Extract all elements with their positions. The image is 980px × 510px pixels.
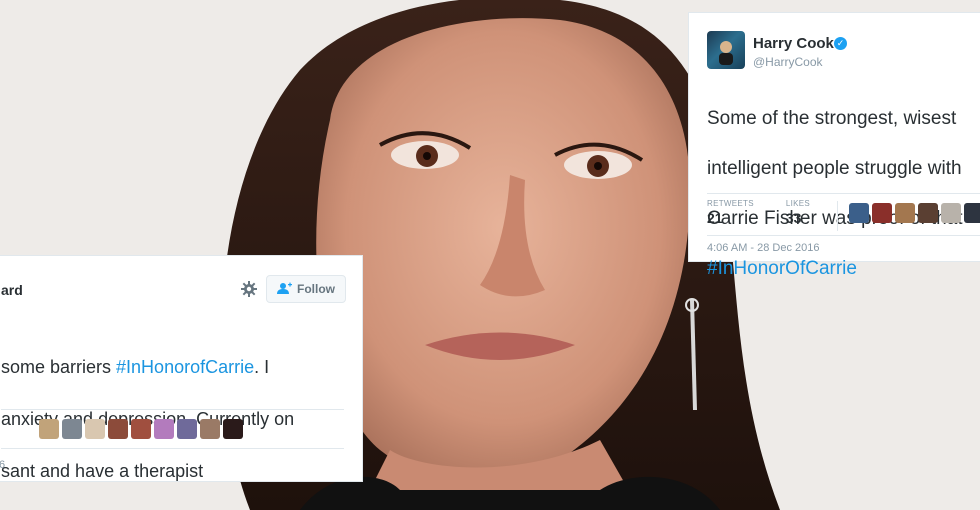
liker-avatar[interactable] bbox=[918, 203, 938, 223]
likes-label: LIKES bbox=[785, 199, 811, 208]
follow-button[interactable]: Follow bbox=[266, 275, 346, 303]
tweet-text-line: some barriers #InHonorofCarrie. I bbox=[1, 354, 361, 380]
liker-avatars bbox=[849, 203, 980, 223]
author-name[interactable]: Harry Cook bbox=[753, 35, 834, 52]
liker-avatar[interactable] bbox=[200, 419, 220, 439]
author-handle[interactable]: @HarryCook bbox=[753, 55, 823, 69]
engagement-stats: RETWEETS 21 LIKES 33 bbox=[707, 199, 810, 226]
hashtag-link[interactable]: #InHonorofCarrie bbox=[116, 357, 254, 377]
tweet-card-harry-cook: Harry Cook ✓ @HarryCook Some of the stro… bbox=[688, 12, 980, 279]
likes-count: 33 bbox=[785, 210, 802, 226]
liker-avatar[interactable] bbox=[108, 419, 128, 439]
liker-avatar[interactable] bbox=[223, 419, 243, 439]
divider bbox=[1, 448, 344, 449]
liker-avatar[interactable] bbox=[895, 203, 915, 223]
divider bbox=[707, 193, 980, 194]
tweet-text-line: sant and have a therapist bbox=[1, 461, 204, 481]
liker-avatar[interactable] bbox=[62, 419, 82, 439]
retweets-label: RETWEETS bbox=[707, 199, 754, 208]
add-user-icon bbox=[277, 282, 292, 297]
tweet-card-left: ard Follow some barriers #InHonorofCarri… bbox=[0, 255, 363, 482]
liker-avatar[interactable] bbox=[39, 419, 59, 439]
avatar[interactable] bbox=[707, 31, 745, 69]
retweets-stat[interactable]: RETWEETS 21 bbox=[707, 199, 754, 226]
liker-avatar[interactable] bbox=[131, 419, 151, 439]
divider bbox=[707, 235, 980, 236]
tweet-text-line: Some of the strongest, wisest bbox=[707, 108, 957, 129]
retweets-count: 21 bbox=[707, 210, 723, 226]
tweet-timestamp[interactable]: 4:06 AM - 28 Dec 2016 bbox=[707, 242, 820, 254]
hashtag-link[interactable]: #InHonorOfCarrie bbox=[707, 256, 980, 281]
liker-avatars bbox=[39, 419, 243, 439]
follow-label: Follow bbox=[297, 282, 335, 296]
divider bbox=[837, 201, 838, 231]
liker-avatar[interactable] bbox=[154, 419, 174, 439]
liker-avatar[interactable] bbox=[85, 419, 105, 439]
tweet-text-fragment: . I bbox=[254, 357, 270, 377]
likes-stat[interactable]: LIKES 33 bbox=[786, 199, 810, 226]
liker-avatar[interactable] bbox=[849, 203, 869, 223]
liker-avatar[interactable] bbox=[177, 419, 197, 439]
gear-icon[interactable] bbox=[240, 280, 258, 298]
liker-avatar[interactable] bbox=[964, 203, 980, 223]
tweet-text-line: intelligent people struggle with bbox=[707, 158, 962, 179]
author-name[interactable]: ard bbox=[1, 282, 23, 298]
liker-avatar[interactable] bbox=[941, 203, 961, 223]
divider bbox=[1, 409, 344, 410]
liker-avatar[interactable] bbox=[872, 203, 892, 223]
tweet-text-fragment: some barriers bbox=[1, 357, 117, 377]
tweet-timestamp[interactable]: 6 bbox=[0, 459, 5, 471]
verified-badge-icon: ✓ bbox=[834, 37, 847, 50]
